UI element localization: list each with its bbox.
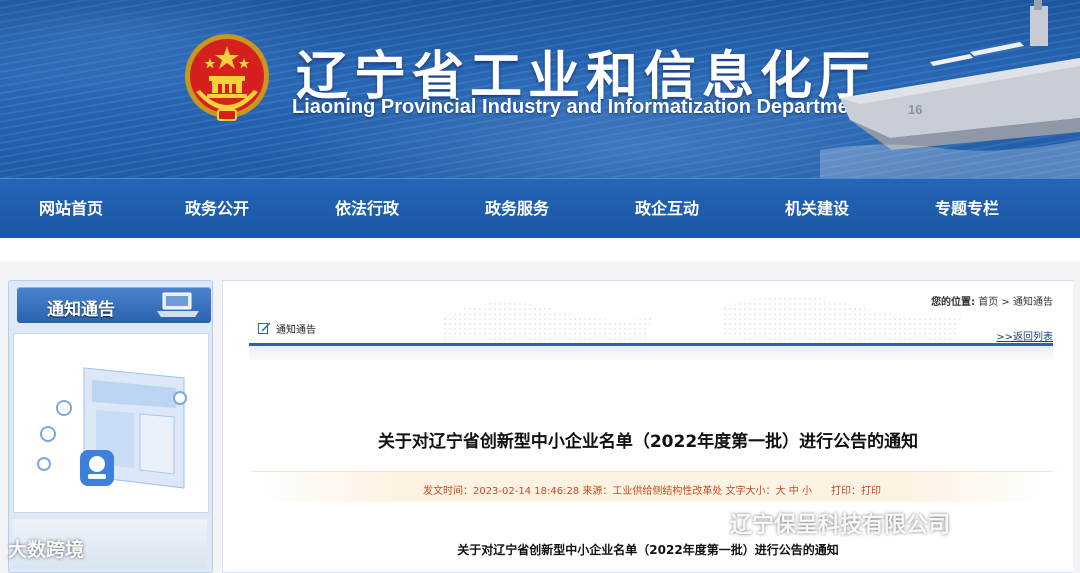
article-meta: 发文时间：2023-02-14 18:46:28 来源：工业供给侧结构性改革处 … [251,482,1053,497]
meta-print-label: 打印： [831,486,862,497]
breadcrumb-current[interactable]: 通知通告 [1013,297,1053,308]
font-size-small-button[interactable]: 小 [802,486,812,497]
nav-item-government-affairs[interactable]: 政务公开 [142,179,292,239]
back-to-list-link[interactable]: >>返回列表 [996,328,1053,343]
nav-item-interaction[interactable]: 政企互动 [592,179,742,239]
font-size-medium-button[interactable]: 中 [789,486,799,497]
print-link[interactable]: 打印 [861,486,881,497]
notice-illustration-icon [37,367,187,489]
section-header: 通知通告 >>返回列表 [249,319,1053,343]
laptop-icon [157,292,199,317]
watermark-source: 大数跨境 [8,539,85,561]
section-divider-fade [249,346,1053,362]
nav-item-law-administration[interactable]: 依法行政 [292,179,442,239]
breadcrumb-label: 您的位置: [931,297,976,308]
main-nav: 网站首页 政务公开 依法行政 政务服务 政企互动 机关建设 专题专栏 [0,178,1080,239]
nav-item-special-topics[interactable]: 专题专栏 [892,179,1042,239]
nav-item-government-services[interactable]: 政务服务 [442,179,592,239]
site-banner: 辽宁省工业和信息化厅 Liaoning Provincial Industry … [0,0,1080,178]
meta-source-label: 来源： [579,486,613,497]
site-title-english: Liaoning Provincial Industry and Informa… [292,96,868,118]
article-subtitle: 关于对辽宁省创新型中小企业名单（2022年度第一批）进行公告的通知 [457,543,839,557]
svg-text:16: 16 [908,102,922,117]
nav-item-organ-building[interactable]: 机关建设 [742,179,892,239]
watermark-company: 辽宁保呈科技有限公司 [730,513,951,538]
sidebar-heading: 通知通告 [47,300,115,320]
meta-time-label: 发文时间： [422,486,473,497]
aircraft-carrier-image: 16 [820,0,1080,178]
breadcrumb-home[interactable]: 首页 [978,297,998,308]
sidebar-header: 通知通告 [17,287,211,323]
section-label: 通知通告 [276,325,316,336]
sidebar: 通知通告 [8,280,213,573]
font-size-large-button[interactable]: 大 [776,486,786,497]
meta-source: 工业供给侧结构性改革处 [612,486,723,497]
breadcrumb: 您的位置: 首页 > 通知通告 [931,293,1053,308]
sidebar-panel [13,333,209,513]
article-title: 关于对辽宁省创新型中小企业名单（2022年度第一批）进行公告的通知 [377,432,919,452]
edit-icon [258,322,271,334]
meta-fontsize-label: 文字大小： [722,486,776,497]
breadcrumb-separator: > [998,297,1013,308]
nav-item-home[interactable]: 网站首页 [0,179,142,239]
nav-bottom-strip [0,238,1080,262]
meta-time: 2023-02-14 18:46:28 [472,486,580,497]
article-meta-bar: 发文时间：2023-02-14 18:46:28 来源：工业供给侧结构性改革处 … [251,471,1053,502]
national-emblem-icon [185,34,269,121]
